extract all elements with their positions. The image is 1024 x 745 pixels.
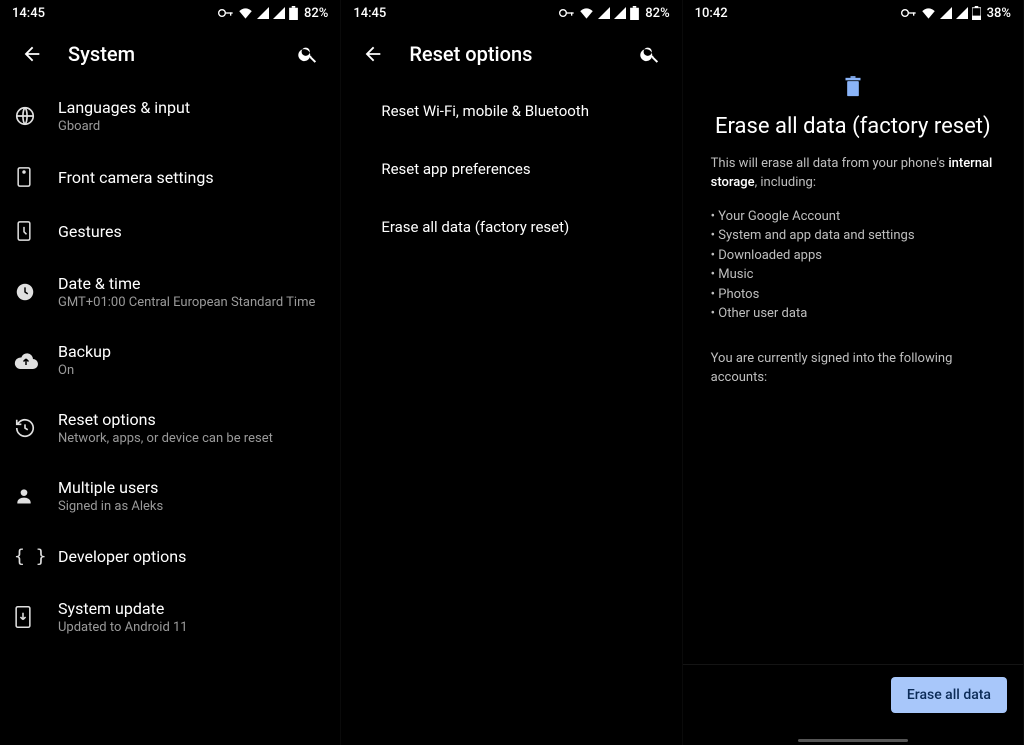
row-gestures[interactable]: Gestures: [0, 204, 340, 258]
status-bar: 14:45 82%: [0, 0, 340, 26]
row-date-time[interactable]: Date & time GMT+01:00 Central European S…: [0, 258, 340, 326]
row-system-update[interactable]: System update Updated to Android 11: [0, 583, 340, 651]
option-reset-wifi[interactable]: Reset Wi-Fi, mobile & Bluetooth: [341, 82, 681, 140]
signal-icon: [273, 7, 285, 19]
bullet: • System and app data and settings: [711, 226, 995, 246]
erase-title: Erase all data (factory reset): [711, 114, 995, 139]
erase-bullets: • Your Google Account • System and app d…: [711, 207, 995, 324]
wifi-icon: [238, 7, 253, 19]
vpn-key-icon: [901, 8, 917, 18]
option-reset-apps[interactable]: Reset app preferences: [341, 140, 681, 198]
signal-icon: [956, 7, 968, 19]
row-front-camera[interactable]: Front camera settings: [0, 150, 340, 204]
row-title: System update: [58, 599, 324, 618]
phone-system: 14:45 82% System Languages & input Gboar…: [0, 0, 341, 745]
row-subtitle: Updated to Android 11: [58, 620, 324, 635]
vpn-key-icon: [218, 8, 234, 18]
status-right: 38%: [901, 6, 1011, 21]
battery-icon: [630, 6, 639, 20]
battery-icon: [972, 6, 981, 20]
system-update-icon: [14, 605, 58, 629]
back-button[interactable]: [353, 34, 393, 74]
app-bar: Reset options: [341, 26, 681, 82]
trash-icon: [843, 76, 863, 98]
signal-icon: [257, 7, 269, 19]
row-title: Multiple users: [58, 478, 324, 497]
row-multiple-users[interactable]: Multiple users Signed in as Aleks: [0, 462, 340, 530]
home-indicator[interactable]: [683, 735, 1023, 745]
bullet: • Your Google Account: [711, 207, 995, 227]
row-title: Developer options: [58, 547, 324, 566]
signal-icon: [614, 7, 626, 19]
signal-icon: [940, 7, 952, 19]
camera-icon: [14, 166, 58, 188]
status-time: 14:45: [12, 6, 45, 21]
row-languages-input[interactable]: Languages & input Gboard: [0, 82, 340, 150]
row-title: Date & time: [58, 274, 324, 293]
settings-list: Languages & input Gboard Front camera se…: [0, 82, 340, 745]
row-title: Backup: [58, 342, 324, 361]
erase-button-bar: Erase all data: [683, 664, 1023, 735]
arrow-back-icon: [21, 43, 43, 65]
erase-intro: This will erase all data from your phone…: [711, 155, 995, 193]
arrow-back-icon: [362, 43, 384, 65]
search-button[interactable]: [630, 34, 670, 74]
erase-body: Erase all data (factory reset) This will…: [683, 26, 1023, 664]
gesture-icon: [14, 220, 58, 242]
row-backup[interactable]: Backup On: [0, 326, 340, 394]
row-reset-options[interactable]: Reset options Network, apps, or device c…: [0, 394, 340, 462]
battery-percent: 82%: [645, 6, 669, 21]
history-icon: [14, 417, 58, 439]
row-subtitle: Network, apps, or device can be reset: [58, 431, 324, 446]
wifi-icon: [921, 7, 936, 19]
battery-icon: [289, 6, 298, 20]
signal-icon: [598, 7, 610, 19]
status-bar: 14:45 82%: [341, 0, 681, 26]
braces-icon: { }: [14, 546, 58, 567]
row-title: Reset options: [58, 410, 324, 429]
row-developer-options[interactable]: { } Developer options: [0, 530, 340, 583]
search-icon: [639, 43, 661, 65]
row-title: Languages & input: [58, 98, 324, 117]
bullet: • Downloaded apps: [711, 246, 995, 266]
globe-icon: [14, 105, 58, 127]
option-erase-all-data[interactable]: Erase all data (factory reset): [341, 198, 681, 256]
battery-percent: 38%: [987, 6, 1011, 21]
page-title: System: [68, 42, 288, 66]
search-icon: [297, 43, 319, 65]
row-subtitle: Gboard: [58, 119, 324, 134]
status-bar: 10:42 38%: [683, 0, 1023, 26]
vpn-key-icon: [559, 8, 575, 18]
person-icon: [14, 486, 58, 506]
app-bar: System: [0, 26, 340, 82]
erase-all-data-button[interactable]: Erase all data: [891, 677, 1007, 713]
back-button[interactable]: [12, 34, 52, 74]
bullet: • Music: [711, 265, 995, 285]
status-time: 10:42: [695, 6, 728, 21]
reset-options-list: Reset Wi-Fi, mobile & Bluetooth Reset ap…: [341, 82, 681, 745]
phone-reset-options: 14:45 82% Reset options Reset Wi-Fi, mob…: [341, 0, 682, 745]
cloud-upload-icon: [14, 351, 58, 369]
wifi-icon: [579, 7, 594, 19]
status-right: 82%: [218, 6, 328, 21]
bullet: • Photos: [711, 285, 995, 305]
bullet: • Other user data: [711, 304, 995, 324]
status-right: 82%: [559, 6, 669, 21]
search-button[interactable]: [288, 34, 328, 74]
battery-percent: 82%: [304, 6, 328, 21]
phone-erase-all: 10:42 38% Erase all data (factory reset)…: [683, 0, 1024, 745]
row-subtitle: On: [58, 363, 324, 378]
row-subtitle: GMT+01:00 Central European Standard Time: [58, 295, 324, 310]
erase-accounts-note: You are currently signed into the follow…: [711, 350, 995, 388]
row-title: Front camera settings: [58, 168, 324, 187]
page-title: Reset options: [409, 42, 629, 66]
status-time: 14:45: [353, 6, 386, 21]
clock-icon: [14, 281, 58, 303]
row-subtitle: Signed in as Aleks: [58, 499, 324, 514]
row-title: Gestures: [58, 222, 324, 241]
